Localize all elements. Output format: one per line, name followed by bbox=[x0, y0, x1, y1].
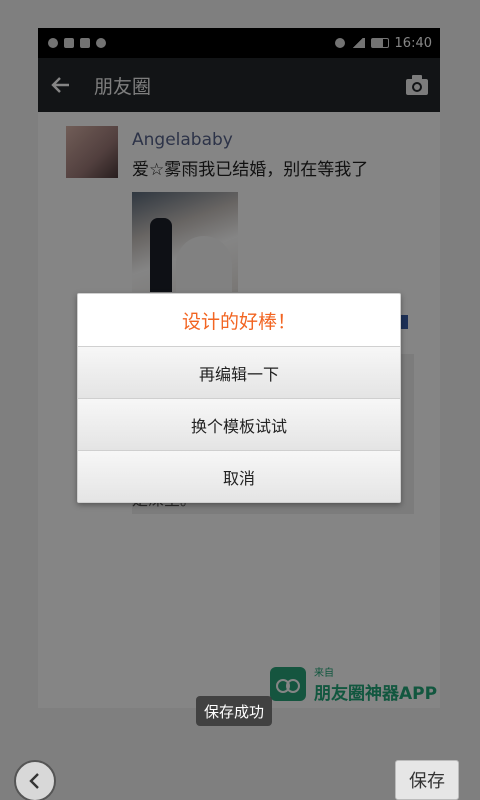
cancel-button[interactable]: 取消 bbox=[78, 451, 400, 502]
back-button[interactable] bbox=[14, 760, 56, 800]
save-result-dialog: 设计的好棒！ 再编辑一下 换个模板试试 取消 bbox=[77, 293, 401, 503]
change-template-button[interactable]: 换个模板试试 bbox=[78, 399, 400, 451]
toast-message: 保存成功 bbox=[196, 696, 273, 726]
screen: 16:40 朋友圈 Angelababy 爱☆雾雨我已结婚，别在等我了 是深呈。 bbox=[0, 0, 480, 800]
edit-again-button[interactable]: 再编辑一下 bbox=[78, 347, 400, 399]
save-button[interactable]: 保存 bbox=[395, 760, 459, 800]
chevron-left-icon bbox=[29, 773, 39, 789]
dialog-title: 设计的好棒！ bbox=[78, 294, 400, 347]
